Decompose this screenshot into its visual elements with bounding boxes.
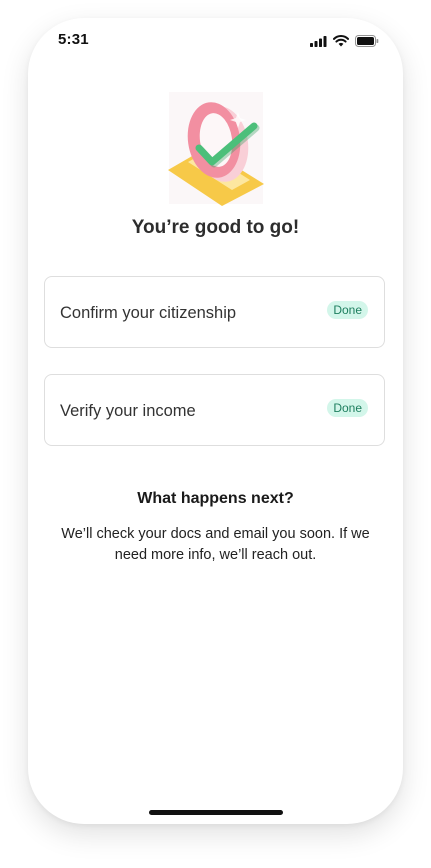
status-badge: Done (327, 399, 368, 417)
phone-frame: 5:31 You’re good to go! Confirm your cit… (28, 18, 403, 824)
task-label: Verify your income (60, 402, 196, 420)
next-steps-text: We’ll check your docs and email you soon… (61, 526, 370, 563)
next-steps-heading: What happens next? (137, 490, 294, 507)
wifi-icon (333, 34, 349, 52)
home-indicator[interactable] (149, 810, 283, 815)
task-card-citizenship[interactable]: Confirm your citizenship Done (44, 276, 385, 348)
task-label: Confirm your citizenship (60, 304, 237, 322)
signal-icon (310, 34, 327, 52)
status-bar: 5:31 (28, 18, 403, 62)
status-icons (310, 34, 379, 52)
screen-canvas: 5:31 You’re good to go! Confirm your cit… (0, 0, 431, 868)
status-badge: Done (327, 301, 368, 319)
battery-icon (355, 34, 379, 52)
success-check-illustration (166, 92, 266, 208)
page-title: You’re good to go! (131, 217, 300, 238)
status-time: 5:31 (58, 31, 89, 48)
task-card-income[interactable]: Verify your income Done (44, 374, 385, 446)
